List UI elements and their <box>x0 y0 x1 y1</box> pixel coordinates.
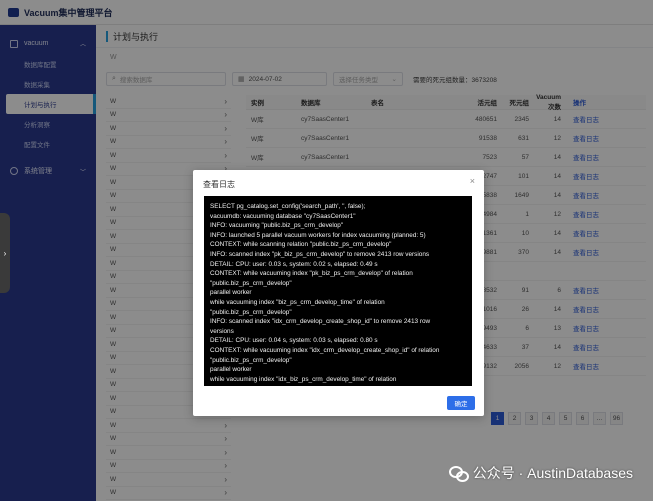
chevron-right-icon: › <box>3 248 7 258</box>
log-line: INFO: scanned index "pk_biz_ps_crm_devel… <box>210 250 430 258</box>
log-line: INFO: vacuuming "public.biz_ps_crm_devel… <box>210 222 344 230</box>
log-line: SELECT pg_catalog.set_config('search_pat… <box>210 203 366 210</box>
dialog-title: 查看日志 <box>203 180 235 189</box>
close-icon[interactable]: × <box>470 176 475 186</box>
log-line: INFO: launched 5 parallel vacuum workers… <box>210 231 426 239</box>
log-line: CONTEXT: while vacuuming index "pk_biz_p… <box>210 270 413 278</box>
log-line: "public.biz_ps_crm_develop" <box>210 308 292 316</box>
log-line: vacuumdb: vacuuming database "cy7SaasCen… <box>210 212 356 220</box>
log-line: CONTEXT: while scanning relation "public… <box>210 241 392 249</box>
log-line: "public.biz_ps_crm_develop" <box>210 356 292 364</box>
wechat-icon <box>448 466 469 482</box>
confirm-button[interactable]: 确定 <box>447 396 475 410</box>
log-line: while vacuuming index "biz_ps_crm_develo… <box>210 298 385 306</box>
side-expand-tab[interactable]: › <box>0 213 10 293</box>
log-line: while vacuuming index "idx_biz_ps_crm_de… <box>210 375 397 383</box>
log-line: DETAIL: CPU: user: 0.03 s, system: 0.02 … <box>210 260 378 268</box>
log-line: CONTEXT: while vacuuming index "idx_crm_… <box>210 346 440 354</box>
log-line: versions <box>210 327 234 335</box>
log-line: INFO: scanned index "idx_crm_develop_cre… <box>210 318 431 326</box>
watermark: 公众号 · AustinDatabases <box>448 463 633 483</box>
log-dialog: 查看日志 × SELECT pg_catalog.set_config('sea… <box>193 170 484 416</box>
watermark-text: 公众号 · AustinDatabases <box>472 465 633 481</box>
log-line: parallel worker <box>210 289 252 297</box>
log-line: DETAIL: CPU: user: 0.04 s, system: 0.03 … <box>210 337 378 345</box>
log-line: parallel worker <box>210 366 252 374</box>
log-line: "public.biz_ps_crm_develop" <box>210 279 292 287</box>
log-output: SELECT pg_catalog.set_config('search_pat… <box>204 196 472 386</box>
